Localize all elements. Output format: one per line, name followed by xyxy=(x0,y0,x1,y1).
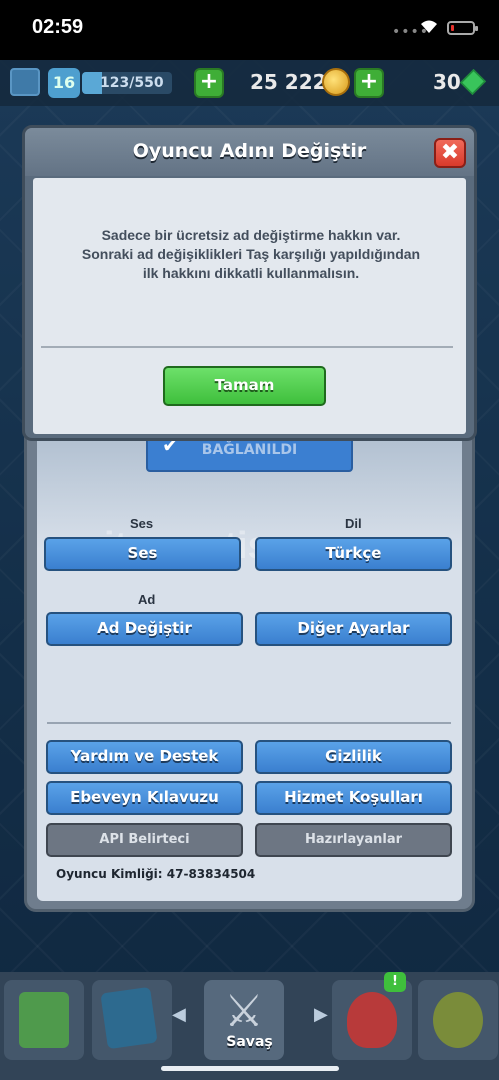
resource-bar: 16 123/550 + 25 222 + 30 xyxy=(0,60,499,106)
level-badge: 16 xyxy=(48,68,80,98)
crossed-swords-icon: ⚔ xyxy=(224,986,264,1037)
dialog-body: Sadece bir ücretsiz ad değiştirme hakkın… xyxy=(33,178,466,434)
nav-clan[interactable] xyxy=(332,980,412,1060)
clan-icon xyxy=(347,992,397,1048)
shop-icon xyxy=(19,992,69,1048)
profile-icon[interactable] xyxy=(10,68,40,96)
help-support-button[interactable]: Yardım ve Destek xyxy=(46,740,243,774)
nav-cards[interactable] xyxy=(92,980,172,1060)
terms-button[interactable]: Hizmet Koşulları xyxy=(255,781,452,815)
divider xyxy=(47,722,451,724)
trophy-icon xyxy=(433,992,483,1048)
gold-coin-icon xyxy=(322,68,350,96)
nav-events[interactable] xyxy=(418,980,498,1060)
bottom-nav: ⚔ xyxy=(0,972,499,1080)
home-indicator[interactable] xyxy=(161,1066,339,1071)
change-name-button[interactable]: Ad Değiştir xyxy=(46,612,243,646)
buy-gold-button[interactable]: + xyxy=(354,68,384,98)
privacy-button[interactable]: Gizlilik xyxy=(255,740,452,774)
gold-amount: 25 222 xyxy=(250,70,327,94)
nav-right-arrow-icon[interactable]: ▶ xyxy=(314,1004,328,1025)
credits-button[interactable]: Hazırlayanlar xyxy=(255,823,452,857)
status-bar: 02:59 •••• xyxy=(0,0,499,60)
player-id: Oyuncu Kimliği: 47-83834504 xyxy=(56,867,256,881)
api-token-button[interactable]: API Belirteci xyxy=(46,823,243,857)
clock: 02:59 xyxy=(32,16,84,38)
close-button[interactable]: ✖ xyxy=(434,138,466,168)
dialog-header: Oyuncu Adını Değiştir ✖ xyxy=(25,128,474,176)
nav-battle-label: Savaş xyxy=(226,1034,273,1050)
dialog-title: Oyuncu Adını Değiştir xyxy=(132,140,367,162)
dialog-divider xyxy=(41,346,453,348)
sound-button[interactable]: Ses xyxy=(44,537,241,571)
wifi-icon xyxy=(421,20,437,33)
xp-fill xyxy=(82,72,102,94)
sound-label: Ses xyxy=(130,516,154,531)
parents-guide-button[interactable]: Ebeveyn Kılavuzu xyxy=(46,781,243,815)
notification-badge: ! xyxy=(384,972,406,992)
nav-shop[interactable] xyxy=(4,980,84,1060)
gem-icon xyxy=(459,68,487,96)
name-label: Ad xyxy=(138,592,156,607)
other-settings-button[interactable]: Diğer Ayarlar xyxy=(255,612,452,646)
buy-xp-button[interactable]: + xyxy=(194,68,224,98)
cards-icon xyxy=(100,986,158,1050)
battery-icon xyxy=(447,21,478,35)
dialog-message: Sadece bir ücretsiz ad değiştirme hakkın… xyxy=(81,227,421,281)
nav-left-arrow-icon[interactable]: ◀ xyxy=(172,1004,186,1025)
change-name-dialog: Oyuncu Adını Değiştir ✖ Sadece bir ücret… xyxy=(22,125,477,441)
language-button[interactable]: Türkçe xyxy=(255,537,452,571)
xp-text: 123/550 xyxy=(100,75,164,91)
gem-amount: 30 xyxy=(433,70,461,94)
language-label: Dil xyxy=(345,516,362,531)
ok-button[interactable]: Tamam xyxy=(163,366,326,406)
